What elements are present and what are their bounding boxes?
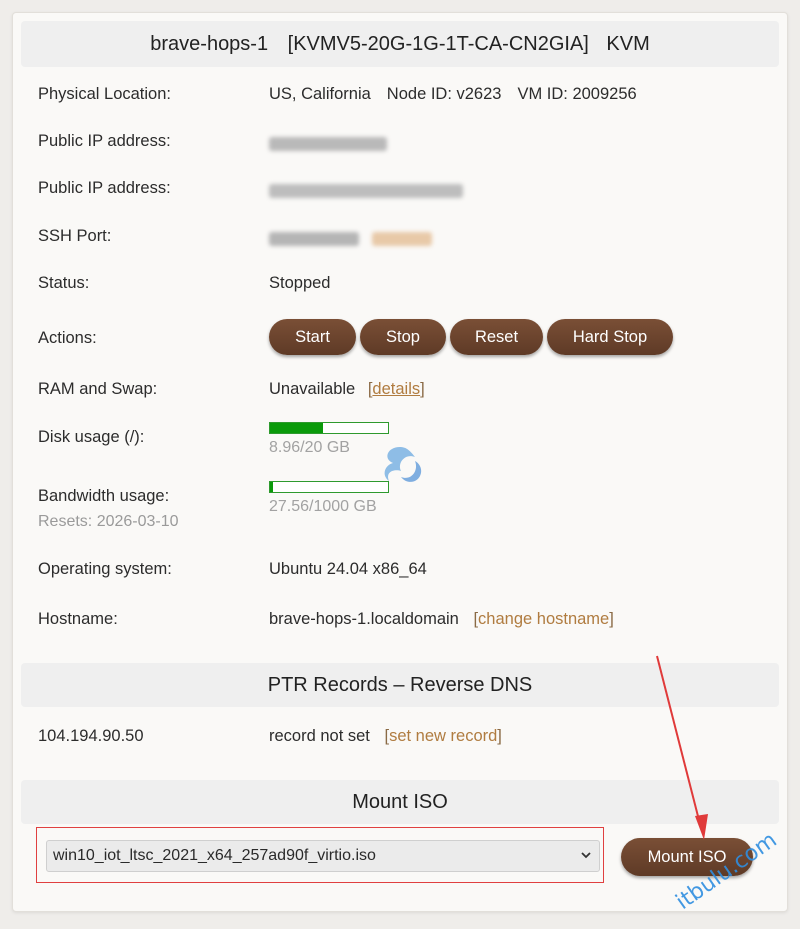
mount-iso-section-title: Mount ISO (21, 780, 779, 824)
redacted-ip (269, 136, 387, 151)
ptr-status: record not set (269, 727, 370, 745)
ptr-section-title: PTR Records – Reverse DNS (21, 663, 779, 707)
watermark-swirl-logo (384, 447, 422, 482)
change-hostname-link[interactable]: change hostname (478, 610, 609, 628)
location-row: Physical Location: US, California Node ID… (38, 79, 787, 109)
status-row: Status: Stopped (38, 268, 787, 298)
chevron-down-icon (581, 852, 591, 859)
actions-label: Actions: (38, 329, 97, 347)
ipv4-row: Public IP address: (38, 126, 787, 156)
start-button[interactable]: Start (269, 319, 356, 355)
hostname-value: brave-hops-1.localdomain [change hostnam… (269, 610, 614, 629)
set-record-wrap: [set new record] (384, 727, 502, 745)
ram-value: Unavailable [details] (269, 380, 425, 399)
ssh-row: SSH Port: (38, 221, 787, 251)
ipv6-value-redacted (269, 181, 463, 200)
redacted-port (269, 231, 359, 246)
hostname-text: brave-hops-1.localdomain (269, 610, 459, 628)
ram-details-link[interactable]: details (372, 380, 420, 398)
disk-label: Disk usage (/): (38, 428, 145, 446)
iso-select[interactable]: win10_iot_ltsc_2021_x64_257ad90f_virtio.… (46, 840, 600, 872)
redacted-ip (269, 183, 463, 198)
location-text: US, California (269, 85, 371, 103)
change-hostname-wrap: [change hostname] (473, 610, 614, 628)
status-label: Status: (38, 274, 90, 292)
virtualization-type: KVM (606, 33, 650, 55)
ssh-label: SSH Port: (38, 227, 112, 245)
disk-usage-text: 8.96/20 GB (269, 439, 350, 456)
server-details-panel: brave-hops-1 [KVMV5-20G-1G-1T-CA-CN2GIA]… (12, 12, 788, 912)
iso-select-highlight: win10_iot_ltsc_2021_x64_257ad90f_virtio.… (36, 827, 604, 883)
ssh-value-redacted (269, 229, 432, 248)
bandwidth-usage-fill (270, 482, 274, 492)
ram-label: RAM and Swap: (38, 380, 158, 398)
server-plan: [KVMV5-20G-1G-1T-CA-CN2GIA] (287, 33, 589, 55)
bandwidth-label: Bandwidth usage: (38, 487, 170, 505)
set-new-record-link[interactable]: set new record (389, 727, 497, 745)
ram-details-link-wrap: [details] (367, 380, 425, 398)
stop-button[interactable]: Stop (360, 319, 446, 355)
os-row: Operating system: Ubuntu 24.04 x86_64 (38, 554, 787, 584)
ipv4-value-redacted (269, 134, 387, 153)
server-title-bar: brave-hops-1 [KVMV5-20G-1G-1T-CA-CN2GIA]… (21, 21, 779, 67)
redacted-link[interactable] (371, 231, 432, 246)
iso-selected-value: win10_iot_ltsc_2021_x64_257ad90f_virtio.… (53, 847, 376, 864)
location-label: Physical Location: (38, 85, 171, 103)
bandwidth-resets: Resets: 2026-03-10 (38, 513, 179, 530)
server-name: brave-hops-1 (150, 33, 269, 55)
node-id: Node ID: v2623 (386, 85, 502, 103)
hostname-row: Hostname: brave-hops-1.localdomain [chan… (38, 604, 787, 634)
status-value: Stopped (269, 274, 331, 292)
ipv6-label: Public IP address: (38, 179, 171, 197)
ptr-row: 104.194.90.50 record not set [set new re… (38, 721, 787, 751)
bandwidth-usage-text: 27.56/1000 GB (269, 498, 377, 515)
location-value: US, California Node ID: v2623 VM ID: 20092… (269, 85, 637, 104)
actions-row: Actions: Start Stop Reset Hard Stop (38, 319, 787, 359)
ptr-ip: 104.194.90.50 (38, 727, 144, 745)
ram-status: Unavailable (269, 380, 356, 398)
vm-id: VM ID: 2009256 (517, 85, 637, 103)
os-label: Operating system: (38, 560, 172, 578)
ipv6-row: Public IP address: (38, 173, 787, 203)
disk-usage-bar (269, 422, 389, 434)
bandwidth-usage-bar (269, 481, 389, 493)
ptr-value: record not set [set new record] (269, 727, 502, 746)
hard-stop-button[interactable]: Hard Stop (547, 319, 673, 355)
ipv4-label: Public IP address: (38, 132, 171, 150)
hostname-label: Hostname: (38, 610, 118, 628)
ram-row: RAM and Swap: Unavailable [details] (38, 374, 787, 404)
disk-usage-fill (270, 423, 323, 433)
os-value: Ubuntu 24.04 x86_64 (269, 560, 427, 578)
reset-button[interactable]: Reset (450, 319, 543, 355)
